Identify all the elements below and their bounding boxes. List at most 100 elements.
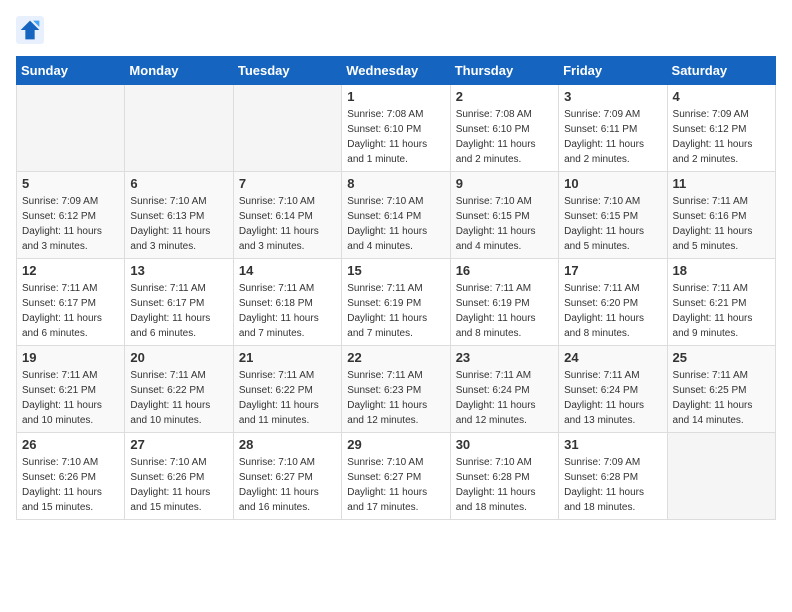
- calendar-cell: 5 Sunrise: 7:09 AMSunset: 6:12 PMDaylight…: [17, 172, 125, 259]
- week-row-2: 5 Sunrise: 7:09 AMSunset: 6:12 PMDaylight…: [17, 172, 776, 259]
- calendar-cell: 26 Sunrise: 7:10 AMSunset: 6:26 PMDayligh…: [17, 433, 125, 520]
- calendar-cell: 6 Sunrise: 7:10 AMSunset: 6:13 PMDaylight…: [125, 172, 233, 259]
- day-number: 28: [239, 437, 336, 452]
- calendar-cell: 21 Sunrise: 7:11 AMSunset: 6:22 PMDayligh…: [233, 346, 341, 433]
- day-info: Sunrise: 7:10 AMSunset: 6:15 PMDaylight:…: [564, 194, 661, 254]
- weekday-header-monday: Monday: [125, 57, 233, 85]
- day-number: 31: [564, 437, 661, 452]
- calendar-cell: 20 Sunrise: 7:11 AMSunset: 6:22 PMDayligh…: [125, 346, 233, 433]
- day-info: Sunrise: 7:09 AMSunset: 6:11 PMDaylight:…: [564, 107, 661, 167]
- day-info: Sunrise: 7:11 AMSunset: 6:19 PMDaylight:…: [456, 281, 553, 341]
- day-info: Sunrise: 7:11 AMSunset: 6:18 PMDaylight:…: [239, 281, 336, 341]
- day-info: Sunrise: 7:11 AMSunset: 6:20 PMDaylight:…: [564, 281, 661, 341]
- day-number: 6: [130, 176, 227, 191]
- day-info: Sunrise: 7:09 AMSunset: 6:28 PMDaylight:…: [564, 455, 661, 515]
- day-info: Sunrise: 7:10 AMSunset: 6:14 PMDaylight:…: [239, 194, 336, 254]
- day-info: Sunrise: 7:11 AMSunset: 6:22 PMDaylight:…: [130, 368, 227, 428]
- day-number: 20: [130, 350, 227, 365]
- day-info: Sunrise: 7:10 AMSunset: 6:15 PMDaylight:…: [456, 194, 553, 254]
- day-info: Sunrise: 7:09 AMSunset: 6:12 PMDaylight:…: [673, 107, 770, 167]
- day-number: 21: [239, 350, 336, 365]
- calendar-cell: 7 Sunrise: 7:10 AMSunset: 6:14 PMDaylight…: [233, 172, 341, 259]
- weekday-header-row: SundayMondayTuesdayWednesdayThursdayFrid…: [17, 57, 776, 85]
- calendar-cell: 22Sunrise: 7:11 AMSunset: 6:23 PMDayligh…: [342, 346, 450, 433]
- calendar-cell: 3 Sunrise: 7:09 AMSunset: 6:11 PMDaylight…: [559, 85, 667, 172]
- weekday-header-friday: Friday: [559, 57, 667, 85]
- day-number: 2: [456, 89, 553, 104]
- calendar-cell: 24Sunrise: 7:11 AMSunset: 6:24 PMDayligh…: [559, 346, 667, 433]
- day-info: Sunrise: 7:10 AMSunset: 6:28 PMDaylight:…: [456, 455, 553, 515]
- day-info: Sunrise: 7:11 AMSunset: 6:19 PMDaylight:…: [347, 281, 444, 341]
- day-number: 16: [456, 263, 553, 278]
- day-number: 3: [564, 89, 661, 104]
- day-info: Sunrise: 7:09 AMSunset: 6:12 PMDaylight:…: [22, 194, 119, 254]
- day-info: Sunrise: 7:11 AMSunset: 6:21 PMDaylight:…: [673, 281, 770, 341]
- calendar-cell: 27 Sunrise: 7:10 AMSunset: 6:26 PMDayligh…: [125, 433, 233, 520]
- week-row-1: 1 Sunrise: 7:08 AMSunset: 6:10 PMDaylight…: [17, 85, 776, 172]
- day-number: 18: [673, 263, 770, 278]
- calendar-cell: 28 Sunrise: 7:10 AMSunset: 6:27 PMDayligh…: [233, 433, 341, 520]
- day-info: Sunrise: 7:08 AMSunset: 6:10 PMDaylight:…: [456, 107, 553, 167]
- week-row-4: 19 Sunrise: 7:11 AMSunset: 6:21 PMDayligh…: [17, 346, 776, 433]
- day-number: 19: [22, 350, 119, 365]
- day-number: 4: [673, 89, 770, 104]
- day-number: 1: [347, 89, 444, 104]
- day-number: 5: [22, 176, 119, 191]
- day-number: 22: [347, 350, 444, 365]
- logo: [16, 16, 48, 44]
- day-info: Sunrise: 7:08 AMSunset: 6:10 PMDaylight:…: [347, 107, 444, 167]
- day-number: 11: [673, 176, 770, 191]
- day-info: Sunrise: 7:11 AMSunset: 6:21 PMDaylight:…: [22, 368, 119, 428]
- day-info: Sunrise: 7:11 AMSunset: 6:22 PMDaylight:…: [239, 368, 336, 428]
- day-number: 8: [347, 176, 444, 191]
- day-number: 26: [22, 437, 119, 452]
- day-number: 24: [564, 350, 661, 365]
- day-number: 9: [456, 176, 553, 191]
- calendar-cell: 11Sunrise: 7:11 AMSunset: 6:16 PMDayligh…: [667, 172, 775, 259]
- calendar-cell: 13Sunrise: 7:11 AMSunset: 6:17 PMDayligh…: [125, 259, 233, 346]
- calendar-cell: 19 Sunrise: 7:11 AMSunset: 6:21 PMDayligh…: [17, 346, 125, 433]
- day-info: Sunrise: 7:11 AMSunset: 6:25 PMDaylight:…: [673, 368, 770, 428]
- calendar-cell: 17 Sunrise: 7:11 AMSunset: 6:20 PMDayligh…: [559, 259, 667, 346]
- day-info: Sunrise: 7:10 AMSunset: 6:26 PMDaylight:…: [130, 455, 227, 515]
- day-number: 10: [564, 176, 661, 191]
- day-number: 23: [456, 350, 553, 365]
- calendar-cell: [17, 85, 125, 172]
- day-number: 30: [456, 437, 553, 452]
- calendar-cell: 29Sunrise: 7:10 AMSunset: 6:27 PMDayligh…: [342, 433, 450, 520]
- weekday-header-sunday: Sunday: [17, 57, 125, 85]
- day-info: Sunrise: 7:10 AMSunset: 6:14 PMDaylight:…: [347, 194, 444, 254]
- page-header: [16, 16, 776, 44]
- calendar-cell: [233, 85, 341, 172]
- day-number: 17: [564, 263, 661, 278]
- calendar-table: SundayMondayTuesdayWednesdayThursdayFrid…: [16, 56, 776, 520]
- calendar-cell: 10 Sunrise: 7:10 AMSunset: 6:15 PMDayligh…: [559, 172, 667, 259]
- calendar-cell: 25Sunrise: 7:11 AMSunset: 6:25 PMDayligh…: [667, 346, 775, 433]
- weekday-header-thursday: Thursday: [450, 57, 558, 85]
- day-number: 12: [22, 263, 119, 278]
- calendar-cell: 16 Sunrise: 7:11 AMSunset: 6:19 PMDayligh…: [450, 259, 558, 346]
- day-info: Sunrise: 7:10 AMSunset: 6:27 PMDaylight:…: [239, 455, 336, 515]
- calendar-cell: 4 Sunrise: 7:09 AMSunset: 6:12 PMDaylight…: [667, 85, 775, 172]
- day-number: 27: [130, 437, 227, 452]
- weekday-header-saturday: Saturday: [667, 57, 775, 85]
- calendar-cell: 30 Sunrise: 7:10 AMSunset: 6:28 PMDayligh…: [450, 433, 558, 520]
- week-row-5: 26 Sunrise: 7:10 AMSunset: 6:26 PMDayligh…: [17, 433, 776, 520]
- calendar-cell: 2 Sunrise: 7:08 AMSunset: 6:10 PMDaylight…: [450, 85, 558, 172]
- calendar-cell: 1 Sunrise: 7:08 AMSunset: 6:10 PMDaylight…: [342, 85, 450, 172]
- day-info: Sunrise: 7:11 AMSunset: 6:17 PMDaylight:…: [22, 281, 119, 341]
- day-number: 7: [239, 176, 336, 191]
- calendar-cell: 8 Sunrise: 7:10 AMSunset: 6:14 PMDaylight…: [342, 172, 450, 259]
- weekday-header-wednesday: Wednesday: [342, 57, 450, 85]
- calendar-cell: 15Sunrise: 7:11 AMSunset: 6:19 PMDayligh…: [342, 259, 450, 346]
- day-info: Sunrise: 7:11 AMSunset: 6:24 PMDaylight:…: [456, 368, 553, 428]
- calendar-cell: 9 Sunrise: 7:10 AMSunset: 6:15 PMDaylight…: [450, 172, 558, 259]
- calendar-cell: [667, 433, 775, 520]
- day-info: Sunrise: 7:11 AMSunset: 6:17 PMDaylight:…: [130, 281, 227, 341]
- calendar-cell: 12 Sunrise: 7:11 AMSunset: 6:17 PMDayligh…: [17, 259, 125, 346]
- weekday-header-tuesday: Tuesday: [233, 57, 341, 85]
- day-info: Sunrise: 7:10 AMSunset: 6:26 PMDaylight:…: [22, 455, 119, 515]
- day-info: Sunrise: 7:10 AMSunset: 6:27 PMDaylight:…: [347, 455, 444, 515]
- day-info: Sunrise: 7:10 AMSunset: 6:13 PMDaylight:…: [130, 194, 227, 254]
- logo-icon: [16, 16, 44, 44]
